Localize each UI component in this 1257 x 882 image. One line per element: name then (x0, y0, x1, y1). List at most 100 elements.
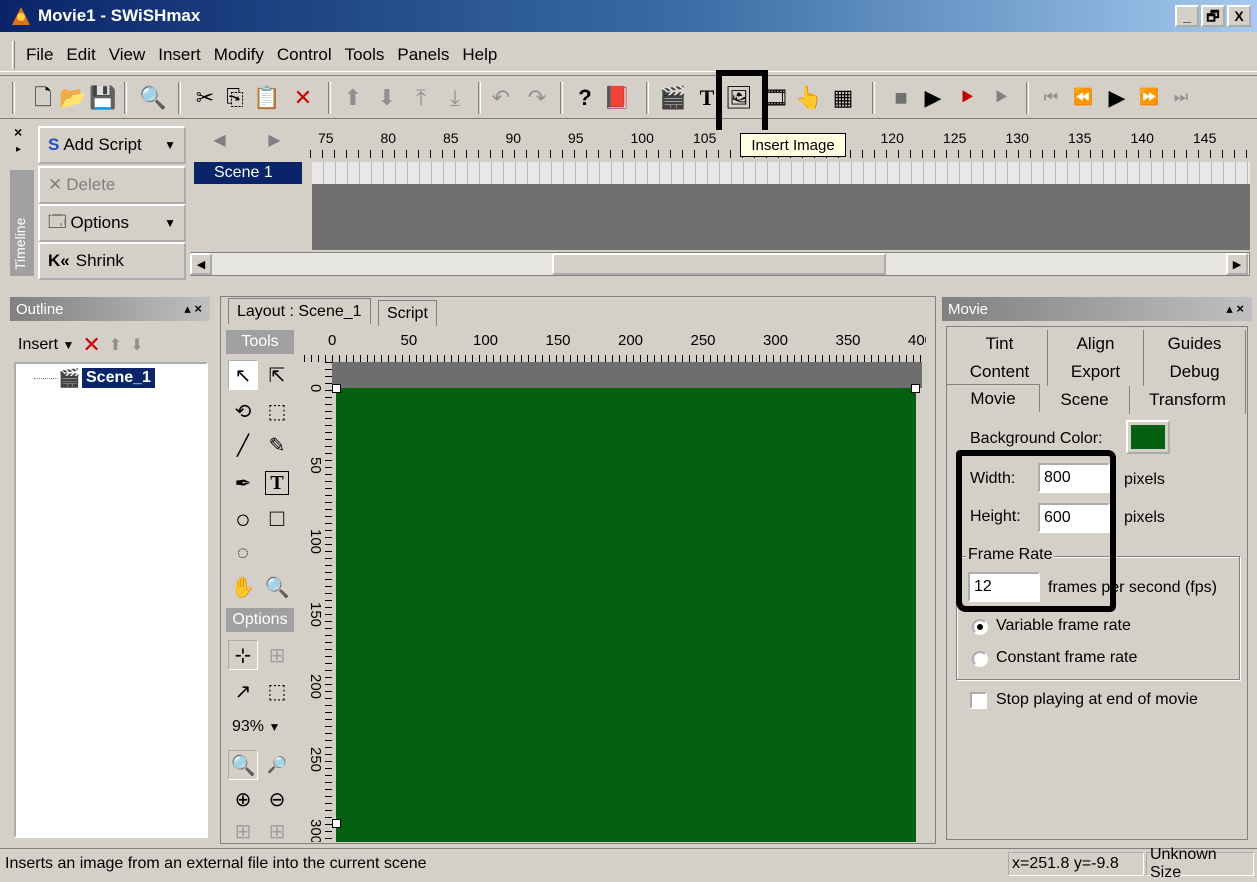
stage-handle[interactable] (332, 384, 341, 393)
menu-modify[interactable]: Modify (214, 45, 264, 65)
panel-controls[interactable]: ▴ × (1226, 301, 1244, 317)
undo-icon[interactable]: ↶ (488, 84, 514, 112)
delete-icon[interactable]: ✕ (82, 332, 100, 358)
ellipse-icon[interactable]: ○ (228, 504, 258, 534)
move-up-icon[interactable]: ⬆ (109, 335, 122, 355)
menu-grip[interactable] (12, 41, 15, 69)
restore-button[interactable]: 🗗 (1201, 5, 1225, 27)
stop-icon[interactable]: ■ (888, 84, 914, 112)
tab-content[interactable]: Content (952, 358, 1048, 386)
last-frame-icon[interactable]: ⏭ (1168, 84, 1194, 112)
zoom-out-icon[interactable]: ⊖ (262, 784, 292, 814)
outline-item-scene[interactable]: Scene_1 (82, 368, 155, 388)
menu-control[interactable]: Control (277, 45, 332, 65)
transform-icon[interactable]: ⬚ (262, 676, 292, 706)
hand-icon[interactable]: ✋ (228, 572, 258, 602)
scroll-left-icon[interactable]: ◀ (190, 253, 212, 275)
zoom-select[interactable]: 93% ▼ (232, 718, 280, 736)
chevron-right-icon[interactable]: ▸ (16, 144, 21, 155)
play-icon[interactable]: ▶ (920, 84, 946, 112)
stage-canvas[interactable] (336, 388, 916, 842)
options-button[interactable]: 🗔 Options ▼ (38, 204, 186, 242)
background-color-picker[interactable] (1126, 420, 1170, 454)
open-folder-icon[interactable]: 📂 (59, 84, 86, 112)
tab-scene[interactable]: Scene (1040, 386, 1130, 414)
zoom-fit-icon[interactable]: 🔍 (228, 750, 258, 780)
text-tool-icon[interactable]: T (265, 471, 289, 495)
insert-sprite-icon[interactable]: ▦ (830, 84, 856, 112)
insert-scene-icon[interactable]: 🎬 (659, 84, 686, 112)
move-down-icon[interactable]: ⬇ (374, 84, 400, 112)
stage-handle[interactable] (332, 819, 341, 828)
rotate-icon[interactable]: ⟲ (228, 396, 258, 426)
context-help-icon[interactable]: ? (572, 84, 598, 112)
timeline-frames-row[interactable] (312, 162, 1250, 184)
delete-button[interactable]: ✕ Delete (38, 166, 186, 204)
autoshape-icon[interactable]: ◌ (228, 538, 258, 568)
grid-snap-icon[interactable]: ⊞ (262, 640, 292, 670)
rectangle-icon[interactable]: □ (262, 504, 292, 534)
guides-icon[interactable]: ⊞ (262, 816, 292, 846)
tab-layout[interactable]: Layout : Scene_1 (228, 298, 371, 324)
paste-icon[interactable]: 📋 (253, 84, 280, 112)
first-frame-icon[interactable]: ⏮ (1038, 84, 1064, 112)
tab-movie[interactable]: Movie (946, 384, 1040, 412)
resize-icon[interactable]: ⬚ (262, 396, 292, 426)
move-bottom-icon[interactable]: ⤓ (442, 84, 468, 112)
menu-help[interactable]: Help (462, 45, 497, 65)
outline-insert-button[interactable]: Insert ▼ (18, 336, 74, 354)
tab-script[interactable]: Script (378, 300, 437, 326)
shrink-button[interactable]: K« Shrink (38, 242, 186, 280)
move-top-icon[interactable]: ⤒ (408, 84, 434, 112)
menu-view[interactable]: View (109, 45, 146, 65)
play-scene-icon[interactable]: ⯈ (954, 84, 980, 112)
new-file-icon[interactable]: 🗋 (30, 84, 56, 112)
pen-icon[interactable]: ✒ (228, 468, 258, 498)
insert-button-icon[interactable]: 👆 (795, 84, 822, 112)
delete-icon[interactable]: ✕ (290, 84, 316, 112)
menu-insert[interactable]: Insert (158, 45, 201, 65)
variable-rate-radio[interactable] (972, 619, 988, 635)
timeline-side-tab[interactable]: Timeline (10, 170, 34, 276)
tab-debug[interactable]: Debug (1144, 358, 1246, 386)
line-icon[interactable]: ╱ (228, 430, 258, 460)
stage-handle[interactable] (911, 384, 920, 393)
menu-file[interactable]: File (26, 45, 53, 65)
stop-at-end-checkbox[interactable] (970, 692, 987, 709)
minimize-button[interactable]: _ (1175, 5, 1199, 27)
tab-tint[interactable]: Tint (952, 330, 1048, 358)
menu-tools[interactable]: Tools (345, 45, 385, 65)
outline-tree[interactable] (14, 362, 208, 838)
move-down-icon[interactable]: ⬇ (130, 335, 143, 355)
panel-controls[interactable]: ▴ × (184, 301, 202, 317)
close-icon[interactable]: × (14, 124, 22, 140)
tab-transform[interactable]: Transform (1130, 386, 1246, 414)
reshape-icon[interactable]: ↗ (228, 676, 258, 706)
zoom-in-icon[interactable]: ⊕ (228, 784, 258, 814)
pencil-icon[interactable]: ✎ (262, 430, 292, 460)
help-book-icon[interactable]: 📕 (603, 84, 630, 112)
cut-icon[interactable]: ✂ (192, 84, 218, 112)
zoom-icon[interactable]: 🔍 (262, 572, 292, 602)
save-icon[interactable]: 💾 (89, 84, 116, 112)
zoom-100-icon[interactable]: 🔎 (262, 750, 292, 780)
step-forward-icon[interactable]: ⏩ (1136, 84, 1162, 112)
find-icon[interactable]: 🔍 (139, 84, 166, 112)
close-button[interactable]: X (1227, 5, 1251, 27)
tab-guides[interactable]: Guides (1144, 330, 1246, 358)
tab-align[interactable]: Align (1048, 330, 1144, 358)
select-arrow-icon[interactable]: ↖ (228, 360, 258, 390)
grid-icon[interactable]: ⊞ (228, 816, 258, 846)
step-back-icon[interactable]: ⏪ (1070, 84, 1096, 112)
timeline-scroll-thumb[interactable] (552, 253, 886, 275)
scroll-right-icon[interactable]: ▶ (1226, 253, 1248, 275)
constant-rate-radio[interactable] (972, 651, 988, 667)
menu-panels[interactable]: Panels (397, 45, 449, 65)
toolbar-grip[interactable] (12, 82, 15, 114)
move-up-icon[interactable]: ⬆ (340, 84, 366, 112)
add-script-button[interactable]: S Add Script ▼ (38, 126, 186, 164)
snap-icon[interactable]: ⊹ (228, 640, 258, 670)
tab-export[interactable]: Export (1048, 358, 1144, 386)
scroll-right-icon[interactable]: ▶ (247, 130, 302, 156)
scroll-left-icon[interactable]: ◀ (192, 130, 247, 156)
